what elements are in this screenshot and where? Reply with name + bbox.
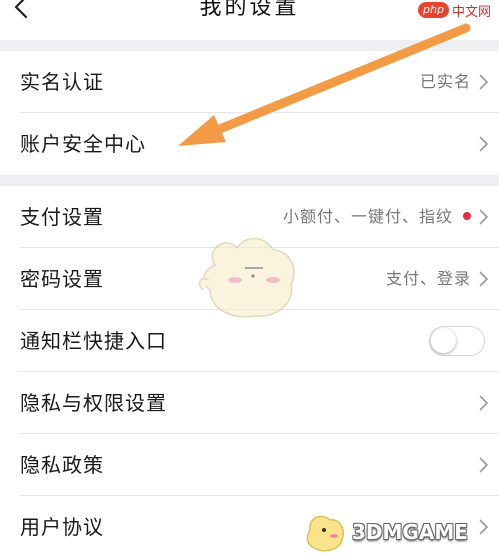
chevron-right-icon <box>479 74 489 90</box>
chevron-right-icon <box>479 136 489 152</box>
bird-logo-icon <box>306 515 344 552</box>
row-label: 实名认证 <box>20 70 104 94</box>
section-gap <box>0 40 499 51</box>
row-real-name-auth[interactable]: 实名认证 已实名 <box>0 51 499 113</box>
row-payment-settings[interactable]: 支付设置 小额付、一键付、指纹 <box>0 186 499 248</box>
row-password-settings[interactable]: 密码设置 支付、登录 <box>0 248 499 310</box>
row-value: 已实名 <box>419 72 471 91</box>
row-privacy-policy[interactable]: 隐私政策 <box>0 434 499 496</box>
row-value-text: 小额付、一键付、指纹 <box>282 207 453 226</box>
notification-shortcut-toggle[interactable] <box>429 326 485 356</box>
php-badge: php <box>418 2 449 18</box>
row-notification-shortcut: 通知栏快捷入口 <box>0 310 499 372</box>
row-label: 隐私政策 <box>20 453 104 477</box>
chevron-right-icon <box>479 271 489 287</box>
red-dot-badge <box>463 211 471 220</box>
chevron-right-icon <box>479 457 489 473</box>
row-label: 隐私与权限设置 <box>20 391 167 415</box>
row-privacy-permission-settings[interactable]: 隐私与权限设置 <box>0 372 499 434</box>
row-label: 密码设置 <box>20 267 104 291</box>
chevron-right-icon <box>479 395 489 411</box>
section-gap <box>0 175 499 186</box>
php-watermark: php 中文网 <box>418 0 491 20</box>
row-value: 支付、登录 <box>385 269 471 288</box>
header-bar: 我的设置 php 中文网 <box>0 0 499 40</box>
chevron-right-icon <box>479 209 489 225</box>
3dmgame-watermark: 3DMGAME <box>300 508 499 556</box>
row-label: 用户协议 <box>20 515 104 539</box>
row-label: 通知栏快捷入口 <box>20 329 167 353</box>
toggle-knob <box>431 328 456 353</box>
3dmgame-watermark-text: 3DMGAME <box>352 520 468 544</box>
row-account-security-center[interactable]: 账户安全中心 <box>0 113 499 175</box>
row-label: 账户安全中心 <box>20 132 146 156</box>
php-watermark-text: 中文网 <box>451 4 491 20</box>
row-value: 小额付、一键付、指纹 <box>283 186 471 248</box>
row-label: 支付设置 <box>20 205 104 229</box>
